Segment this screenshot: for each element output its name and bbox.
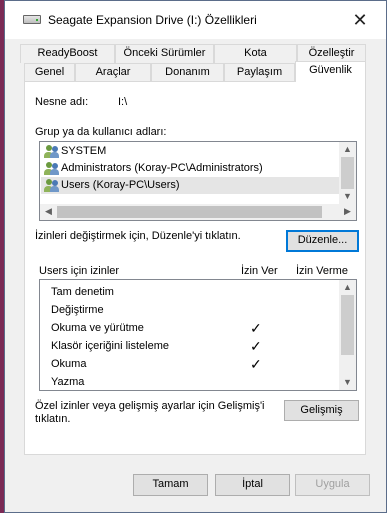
permission-name: Yazma bbox=[51, 376, 85, 388]
ok-button[interactable]: Tamam bbox=[133, 474, 208, 496]
tab-readyboost[interactable]: ReadyBoost bbox=[20, 44, 115, 63]
advanced-button[interactable]: Gelişmiş bbox=[284, 400, 359, 421]
allow-check-icon: ✓ bbox=[250, 338, 262, 354]
permission-name: Klasör içeriğini listeleme bbox=[51, 340, 169, 352]
scroll-thumb[interactable] bbox=[341, 157, 354, 189]
permission-name: Okuma bbox=[51, 358, 87, 370]
change-permissions-hint: İzinleri değiştirmek için, Düzenle'yi tı… bbox=[35, 230, 241, 242]
tab-security[interactable]: Güvenlik bbox=[295, 61, 366, 82]
scroll-right-arrow-icon[interactable]: ▶ bbox=[339, 204, 356, 219]
advanced-hint-line1: Özel izinler veya gelişmiş ayarlar için … bbox=[35, 400, 265, 412]
tab-general[interactable]: Genel bbox=[24, 63, 75, 82]
user-list-vscrollbar[interactable]: ▲ ▼ bbox=[339, 142, 356, 204]
cancel-button[interactable]: İptal bbox=[215, 474, 290, 496]
group-names-label: Grup ya da kullanıcı adları: bbox=[35, 126, 167, 138]
scroll-thumb[interactable] bbox=[57, 206, 322, 218]
permissions-for-label: Users için izinler bbox=[39, 265, 120, 277]
security-panel: Nesne adı: I:\ Grup ya da kullanıcı adla… bbox=[24, 81, 366, 455]
user-item-administrators[interactable]: Administrators (Koray-PC\Administrators) bbox=[41, 160, 339, 177]
tab-quota[interactable]: Kota bbox=[214, 44, 297, 63]
scroll-down-arrow-icon[interactable]: ▼ bbox=[339, 375, 356, 390]
permission-row: Okuma ve yürütme ✓ bbox=[41, 319, 339, 337]
permission-name: Değiştirme bbox=[51, 304, 104, 316]
tab-tools[interactable]: Araçlar bbox=[75, 63, 151, 82]
scroll-up-arrow-icon[interactable]: ▲ bbox=[339, 280, 356, 295]
scroll-left-arrow-icon[interactable]: ◀ bbox=[40, 204, 57, 219]
scroll-thumb[interactable] bbox=[341, 295, 354, 355]
permission-row: Değiştirme bbox=[41, 301, 339, 319]
permission-name: Okuma ve yürütme bbox=[51, 322, 144, 334]
advanced-hint-line2: tıklatın. bbox=[35, 413, 71, 425]
permission-row: Okuma ✓ bbox=[41, 355, 339, 373]
user-name: SYSTEM bbox=[61, 145, 107, 157]
tab-previous-versions[interactable]: Önceki Sürümler bbox=[115, 44, 214, 63]
permission-row: Klasör içeriğini listeleme ✓ bbox=[41, 337, 339, 355]
drive-icon bbox=[23, 15, 41, 24]
user-group-list[interactable]: SYSTEM Administrators (Koray-PC\Administ… bbox=[39, 141, 357, 221]
edit-button[interactable]: Düzenle... bbox=[286, 230, 359, 252]
scroll-up-arrow-icon[interactable]: ▲ bbox=[339, 142, 356, 157]
tab-sharing[interactable]: Paylaşım bbox=[224, 63, 295, 82]
scroll-down-arrow-icon[interactable]: ▼ bbox=[339, 189, 356, 204]
permission-row: Yazma bbox=[41, 373, 339, 391]
allow-column-header: İzin Ver bbox=[241, 265, 278, 277]
user-name: Users (Koray-PC\Users) bbox=[61, 179, 180, 191]
permission-name: Tam denetim bbox=[51, 286, 114, 298]
allow-check-icon: ✓ bbox=[250, 320, 262, 336]
user-group-icon bbox=[44, 145, 60, 158]
user-list-hscrollbar[interactable]: ◀ ▶ bbox=[40, 204, 356, 220]
object-name-label: Nesne adı: bbox=[35, 96, 89, 108]
allow-check-icon: ✓ bbox=[250, 356, 262, 372]
object-name-value: I:\ bbox=[118, 96, 128, 108]
permission-row: Tam denetim bbox=[41, 283, 339, 301]
window-title: Seagate Expansion Drive (I:) Özellikleri bbox=[48, 13, 257, 27]
user-name: Administrators (Koray-PC\Administrators) bbox=[61, 162, 263, 174]
properties-dialog: Seagate Expansion Drive (I:) Özellikleri… bbox=[4, 0, 387, 513]
tab-hardware[interactable]: Donanım bbox=[151, 63, 224, 82]
deny-column-header: İzin Verme bbox=[296, 265, 348, 277]
permissions-list: Tam denetim Değiştirme Okuma ve yürütme … bbox=[39, 279, 357, 391]
title-bar: Seagate Expansion Drive (I:) Özellikleri… bbox=[5, 1, 386, 39]
user-item-system[interactable]: SYSTEM bbox=[41, 143, 339, 160]
dialog-footer: Tamam İptal Uygula bbox=[5, 461, 386, 512]
close-button[interactable]: ✕ bbox=[345, 7, 375, 33]
apply-button[interactable]: Uygula bbox=[295, 474, 370, 496]
user-group-icon bbox=[44, 162, 60, 175]
user-item-users[interactable]: Users (Koray-PC\Users) bbox=[41, 177, 339, 194]
permissions-vscrollbar[interactable]: ▲ ▼ bbox=[339, 280, 356, 390]
user-group-icon bbox=[44, 179, 60, 192]
